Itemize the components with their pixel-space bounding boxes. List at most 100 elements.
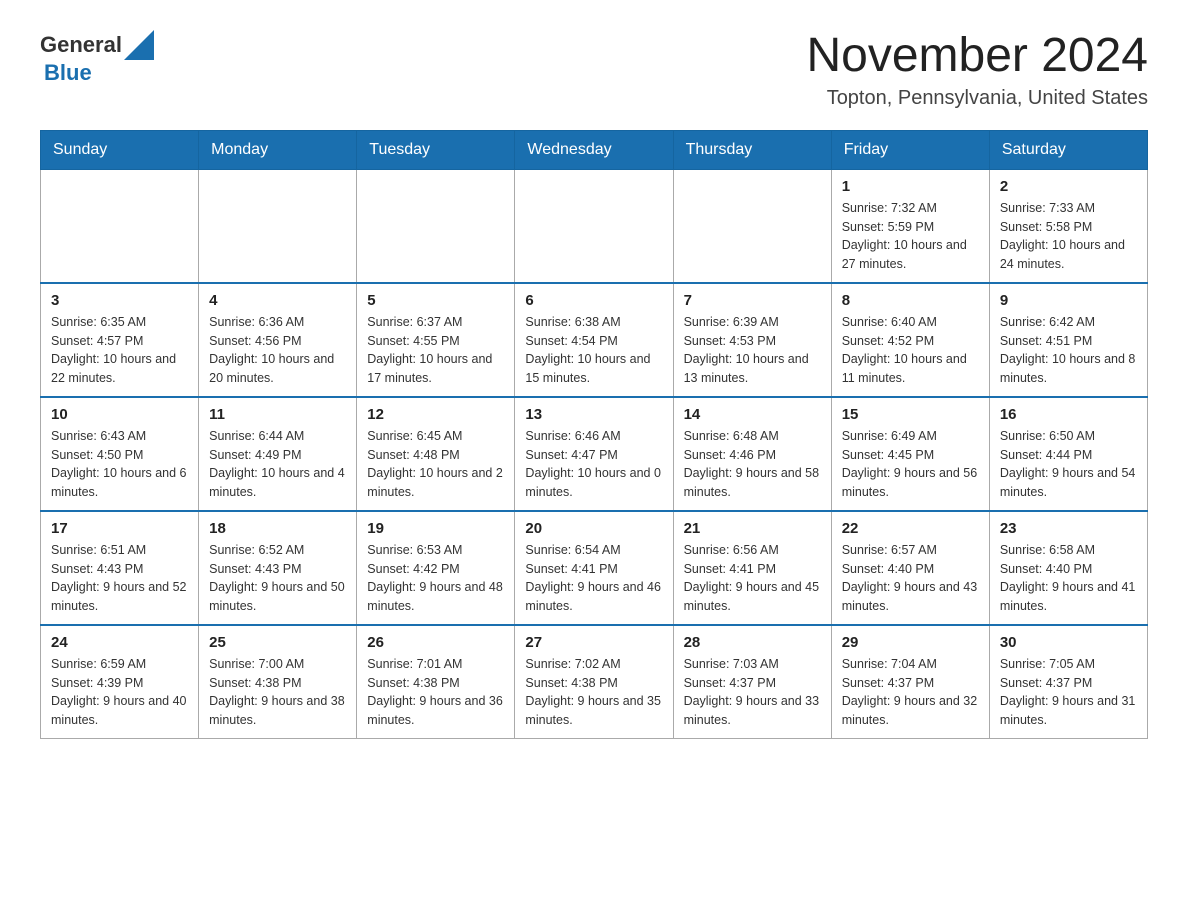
calendar-cell: 23 Sunrise: 6:58 AM Sunset: 4:40 PM Dayli…: [989, 511, 1147, 625]
calendar-cell: 12 Sunrise: 6:45 AM Sunset: 4:48 PM Dayli…: [357, 397, 515, 511]
page-header: General Blue November 2024 Topton, Penns…: [40, 30, 1148, 110]
calendar-cell: 4 Sunrise: 6:36 AM Sunset: 4:56 PM Daylig…: [199, 283, 357, 397]
day-info: Sunrise: 6:36 AM Sunset: 4:56 PM Dayligh…: [209, 313, 346, 388]
week-row-4: 17 Sunrise: 6:51 AM Sunset: 4:43 PM Dayli…: [41, 511, 1148, 625]
day-info: Sunrise: 6:39 AM Sunset: 4:53 PM Dayligh…: [684, 313, 821, 388]
calendar-cell: 3 Sunrise: 6:35 AM Sunset: 4:57 PM Daylig…: [41, 283, 199, 397]
calendar-cell: 11 Sunrise: 6:44 AM Sunset: 4:49 PM Dayli…: [199, 397, 357, 511]
day-info: Sunrise: 6:53 AM Sunset: 4:42 PM Dayligh…: [367, 541, 504, 616]
day-number: 16: [1000, 406, 1137, 423]
calendar-cell: 8 Sunrise: 6:40 AM Sunset: 4:52 PM Daylig…: [831, 283, 989, 397]
column-header-tuesday: Tuesday: [357, 130, 515, 169]
day-info: Sunrise: 7:05 AM Sunset: 4:37 PM Dayligh…: [1000, 655, 1137, 730]
calendar-cell: 30 Sunrise: 7:05 AM Sunset: 4:37 PM Dayli…: [989, 625, 1147, 739]
calendar-cell: 17 Sunrise: 6:51 AM Sunset: 4:43 PM Dayli…: [41, 511, 199, 625]
logo: General Blue: [40, 30, 154, 86]
day-info: Sunrise: 6:42 AM Sunset: 4:51 PM Dayligh…: [1000, 313, 1137, 388]
day-info: Sunrise: 7:01 AM Sunset: 4:38 PM Dayligh…: [367, 655, 504, 730]
day-info: Sunrise: 6:35 AM Sunset: 4:57 PM Dayligh…: [51, 313, 188, 388]
day-info: Sunrise: 7:03 AM Sunset: 4:37 PM Dayligh…: [684, 655, 821, 730]
day-number: 26: [367, 634, 504, 651]
day-number: 17: [51, 520, 188, 537]
calendar-cell: 10Sunrise: 6:43 AM Sunset: 4:50 PM Dayli…: [41, 397, 199, 511]
calendar-header-row: SundayMondayTuesdayWednesdayThursdayFrid…: [41, 130, 1148, 169]
column-header-wednesday: Wednesday: [515, 130, 673, 169]
week-row-3: 10Sunrise: 6:43 AM Sunset: 4:50 PM Dayli…: [41, 397, 1148, 511]
day-info: Sunrise: 7:00 AM Sunset: 4:38 PM Dayligh…: [209, 655, 346, 730]
day-info: Sunrise: 7:32 AM Sunset: 5:59 PM Dayligh…: [842, 199, 979, 274]
title-block: November 2024 Topton, Pennsylvania, Unit…: [806, 30, 1148, 110]
day-number: 13: [525, 406, 662, 423]
day-info: Sunrise: 6:54 AM Sunset: 4:41 PM Dayligh…: [525, 541, 662, 616]
day-info: Sunrise: 6:43 AM Sunset: 4:50 PM Dayligh…: [51, 427, 188, 502]
day-info: Sunrise: 7:02 AM Sunset: 4:38 PM Dayligh…: [525, 655, 662, 730]
day-number: 22: [842, 520, 979, 537]
column-header-sunday: Sunday: [41, 130, 199, 169]
day-info: Sunrise: 6:56 AM Sunset: 4:41 PM Dayligh…: [684, 541, 821, 616]
day-info: Sunrise: 6:51 AM Sunset: 4:43 PM Dayligh…: [51, 541, 188, 616]
calendar-cell: 7 Sunrise: 6:39 AM Sunset: 4:53 PM Daylig…: [673, 283, 831, 397]
day-info: Sunrise: 6:48 AM Sunset: 4:46 PM Dayligh…: [684, 427, 821, 502]
day-info: Sunrise: 6:58 AM Sunset: 4:40 PM Dayligh…: [1000, 541, 1137, 616]
calendar-cell: [41, 169, 199, 283]
calendar-cell: [199, 169, 357, 283]
calendar-cell: 21 Sunrise: 6:56 AM Sunset: 4:41 PM Dayli…: [673, 511, 831, 625]
calendar-cell: 5 Sunrise: 6:37 AM Sunset: 4:55 PM Daylig…: [357, 283, 515, 397]
calendar-cell: 24 Sunrise: 6:59 AM Sunset: 4:39 PM Dayli…: [41, 625, 199, 739]
day-number: 7: [684, 292, 821, 309]
day-info: Sunrise: 6:45 AM Sunset: 4:48 PM Dayligh…: [367, 427, 504, 502]
location-title: Topton, Pennsylvania, United States: [806, 87, 1148, 110]
day-number: 28: [684, 634, 821, 651]
day-number: 21: [684, 520, 821, 537]
logo-blue-text: Blue: [44, 60, 92, 86]
day-number: 11: [209, 406, 346, 423]
calendar-cell: [515, 169, 673, 283]
calendar-cell: 6 Sunrise: 6:38 AM Sunset: 4:54 PM Daylig…: [515, 283, 673, 397]
calendar-cell: 29 Sunrise: 7:04 AM Sunset: 4:37 PM Dayli…: [831, 625, 989, 739]
day-number: 8: [842, 292, 979, 309]
day-info: Sunrise: 7:33 AM Sunset: 5:58 PM Dayligh…: [1000, 199, 1137, 274]
calendar-cell: 19 Sunrise: 6:53 AM Sunset: 4:42 PM Dayli…: [357, 511, 515, 625]
calendar-cell: 14Sunrise: 6:48 AM Sunset: 4:46 PM Dayli…: [673, 397, 831, 511]
calendar-cell: 26 Sunrise: 7:01 AM Sunset: 4:38 PM Dayli…: [357, 625, 515, 739]
day-info: Sunrise: 6:37 AM Sunset: 4:55 PM Dayligh…: [367, 313, 504, 388]
calendar-table: SundayMondayTuesdayWednesdayThursdayFrid…: [40, 130, 1148, 739]
day-number: 5: [367, 292, 504, 309]
calendar-cell: 22 Sunrise: 6:57 AM Sunset: 4:40 PM Dayli…: [831, 511, 989, 625]
calendar-cell: 2Sunrise: 7:33 AM Sunset: 5:58 PM Daylig…: [989, 169, 1147, 283]
day-number: 9: [1000, 292, 1137, 309]
day-info: Sunrise: 6:38 AM Sunset: 4:54 PM Dayligh…: [525, 313, 662, 388]
calendar-cell: 28 Sunrise: 7:03 AM Sunset: 4:37 PM Dayli…: [673, 625, 831, 739]
day-number: 25: [209, 634, 346, 651]
day-number: 1: [842, 178, 979, 195]
week-row-2: 3 Sunrise: 6:35 AM Sunset: 4:57 PM Daylig…: [41, 283, 1148, 397]
day-info: Sunrise: 6:44 AM Sunset: 4:49 PM Dayligh…: [209, 427, 346, 502]
day-number: 23: [1000, 520, 1137, 537]
day-number: 4: [209, 292, 346, 309]
calendar-cell: [673, 169, 831, 283]
calendar-cell: 16Sunrise: 6:50 AM Sunset: 4:44 PM Dayli…: [989, 397, 1147, 511]
calendar-cell: 1 Sunrise: 7:32 AM Sunset: 5:59 PM Daylig…: [831, 169, 989, 283]
column-header-friday: Friday: [831, 130, 989, 169]
day-info: Sunrise: 6:57 AM Sunset: 4:40 PM Dayligh…: [842, 541, 979, 616]
calendar-cell: 13Sunrise: 6:46 AM Sunset: 4:47 PM Dayli…: [515, 397, 673, 511]
calendar-cell: [357, 169, 515, 283]
day-number: 19: [367, 520, 504, 537]
day-info: Sunrise: 7:04 AM Sunset: 4:37 PM Dayligh…: [842, 655, 979, 730]
day-number: 6: [525, 292, 662, 309]
day-number: 24: [51, 634, 188, 651]
day-number: 15: [842, 406, 979, 423]
day-number: 29: [842, 634, 979, 651]
day-info: Sunrise: 6:40 AM Sunset: 4:52 PM Dayligh…: [842, 313, 979, 388]
day-number: 3: [51, 292, 188, 309]
calendar-cell: 9 Sunrise: 6:42 AM Sunset: 4:51 PM Daylig…: [989, 283, 1147, 397]
day-info: Sunrise: 6:52 AM Sunset: 4:43 PM Dayligh…: [209, 541, 346, 616]
calendar-cell: 25 Sunrise: 7:00 AM Sunset: 4:38 PM Dayli…: [199, 625, 357, 739]
day-number: 12: [367, 406, 504, 423]
day-info: Sunrise: 6:59 AM Sunset: 4:39 PM Dayligh…: [51, 655, 188, 730]
day-number: 18: [209, 520, 346, 537]
day-number: 30: [1000, 634, 1137, 651]
calendar-cell: 15Sunrise: 6:49 AM Sunset: 4:45 PM Dayli…: [831, 397, 989, 511]
month-title: November 2024: [806, 30, 1148, 83]
week-row-5: 24 Sunrise: 6:59 AM Sunset: 4:39 PM Dayli…: [41, 625, 1148, 739]
